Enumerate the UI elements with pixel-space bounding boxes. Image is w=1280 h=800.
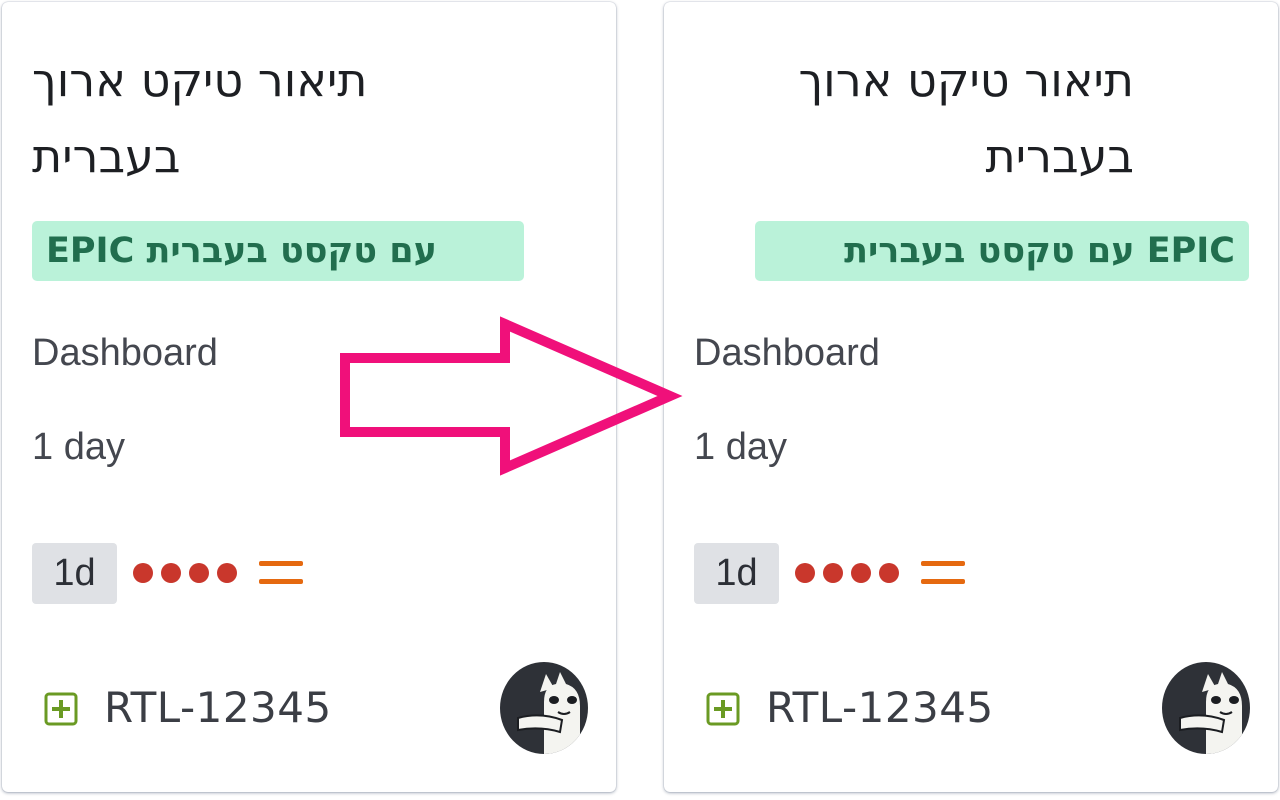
estimate-badge: 1d <box>32 543 117 604</box>
issue-key-link[interactable]: RTL-12345 <box>104 682 332 734</box>
assignee-avatar[interactable] <box>500 662 588 754</box>
priority-medium-icon <box>259 561 303 584</box>
card-title: תיאור טיקט ארוך בעברית <box>32 53 368 183</box>
duration-field: 1 day <box>694 426 787 468</box>
comparison-canvas: תיאור טיקט ארוך בעברית EPIC עם טקסט בעבר… <box>0 0 1280 800</box>
card-footer: RTL-12345 <box>702 662 1250 754</box>
issue-card-after[interactable]: תיאור טיקט ארוך בעברית EPIC עם טקסט בעבר… <box>664 2 1278 792</box>
priority-medium-icon <box>921 561 965 584</box>
component-field: Dashboard <box>694 332 880 374</box>
epic-lozenge[interactable]: EPIC עם טקסט בעברית <box>755 221 1249 281</box>
assignee-avatar[interactable] <box>1162 662 1250 754</box>
card-footer: RTL-12345 <box>40 662 588 754</box>
cat-avatar-icon <box>1162 662 1250 754</box>
story-points-dots-icon <box>133 563 237 583</box>
story-icon <box>44 692 78 726</box>
card-title: תיאור טיקט ארוך בעברית <box>798 53 1134 183</box>
story-points-dots-icon <box>795 563 899 583</box>
cat-avatar-icon <box>500 662 588 754</box>
component-field: Dashboard <box>32 332 218 374</box>
duration-field: 1 day <box>32 426 125 468</box>
issue-key-link[interactable]: RTL-12345 <box>766 682 994 734</box>
estimate-badge: 1d <box>694 543 779 604</box>
right-arrow-icon <box>340 316 683 476</box>
epic-lozenge[interactable]: EPIC עם טקסט בעברית <box>32 221 524 281</box>
story-icon <box>706 692 740 726</box>
